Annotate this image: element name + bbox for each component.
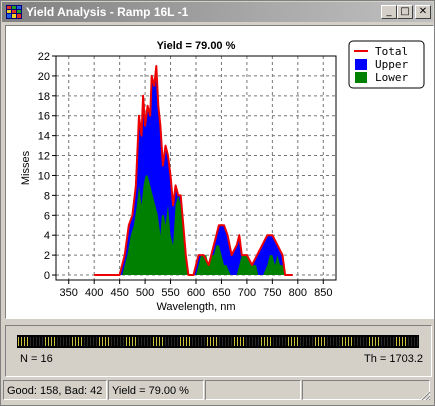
x-tick-label: 450 [110,287,128,299]
minimize-button[interactable]: _ [381,5,397,19]
y-tick-label: 4 [44,230,50,242]
chart-title: Yield = 79.00 % [157,40,236,52]
y-tick-label: 22 [38,51,50,63]
series-total-line [94,65,293,276]
y-tick-label: 10 [38,170,50,182]
legend-swatch-upper [355,59,367,70]
yield-chart: 350 400 450 500 550 600 650 700 750 800 850 0 2 4 6 8 10… [20,40,425,313]
y-tick-label: 18 [38,91,50,103]
x-tick-label: 650 [212,287,230,299]
y-tick-label: 20 [38,71,50,83]
x-tick-label: 600 [187,287,205,299]
x-tick-label: 500 [136,287,154,299]
status-good-bad: Good: 158, Bad: 42 [3,380,107,400]
status-empty-1 [205,380,301,400]
n-count-label: N = 16 [20,353,53,365]
chart-panel: 350 400 450 500 550 600 650 700 750 800 850 0 2 4 6 8 10… [5,25,434,319]
legend-label-total: Total [375,45,408,58]
y-tick-label: 6 [44,210,50,222]
legend-label-upper: Upper [375,58,408,71]
threshold-strip-panel: N = 16 Th = 1703.2 [5,325,432,377]
maximize-button[interactable]: □ [397,5,413,19]
status-empty-2 [302,380,430,400]
close-button[interactable]: ✕ [415,5,431,19]
app-grid-icon [6,5,22,19]
y-tick-label: 14 [38,131,50,143]
y-axis-label: Misses [20,150,32,185]
y-tick-label: 8 [44,190,50,202]
y-tick-label: 2 [44,250,50,262]
x-tick-label: 850 [314,287,332,299]
status-bar: Good: 158, Bad: 42 Yield = 79.00 % [3,380,432,402]
x-tick-label: 350 [60,287,78,299]
x-tick-label: 750 [263,287,281,299]
threshold-label: Th = 1703.2 [363,353,423,365]
x-tick-label: 800 [289,287,307,299]
status-yield: Yield = 79.00 % [108,380,204,400]
x-axis-label: Wavelength, nm [156,301,235,313]
x-tick-label: 550 [161,287,179,299]
x-tick-label: 400 [85,287,103,299]
title-bar[interactable]: Yield Analysis - Ramp 16L -1 _ □ ✕ [2,2,433,22]
y-tick-label: 0 [44,270,50,282]
threshold-strip[interactable] [17,335,419,348]
legend-swatch-lower [355,72,367,83]
resize-grip-icon[interactable] [419,389,431,401]
window-title: Yield Analysis - Ramp 16L -1 [26,5,189,19]
plot-frame [55,55,337,281]
x-tick-label: 700 [238,287,256,299]
legend-label-lower: Lower [375,71,408,84]
y-tick-label: 16 [38,111,50,123]
y-tick-label: 12 [38,151,50,163]
yield-analysis-window: Yield Analysis - Ramp 16L -1 _ □ ✕ 350 40… [0,0,435,406]
